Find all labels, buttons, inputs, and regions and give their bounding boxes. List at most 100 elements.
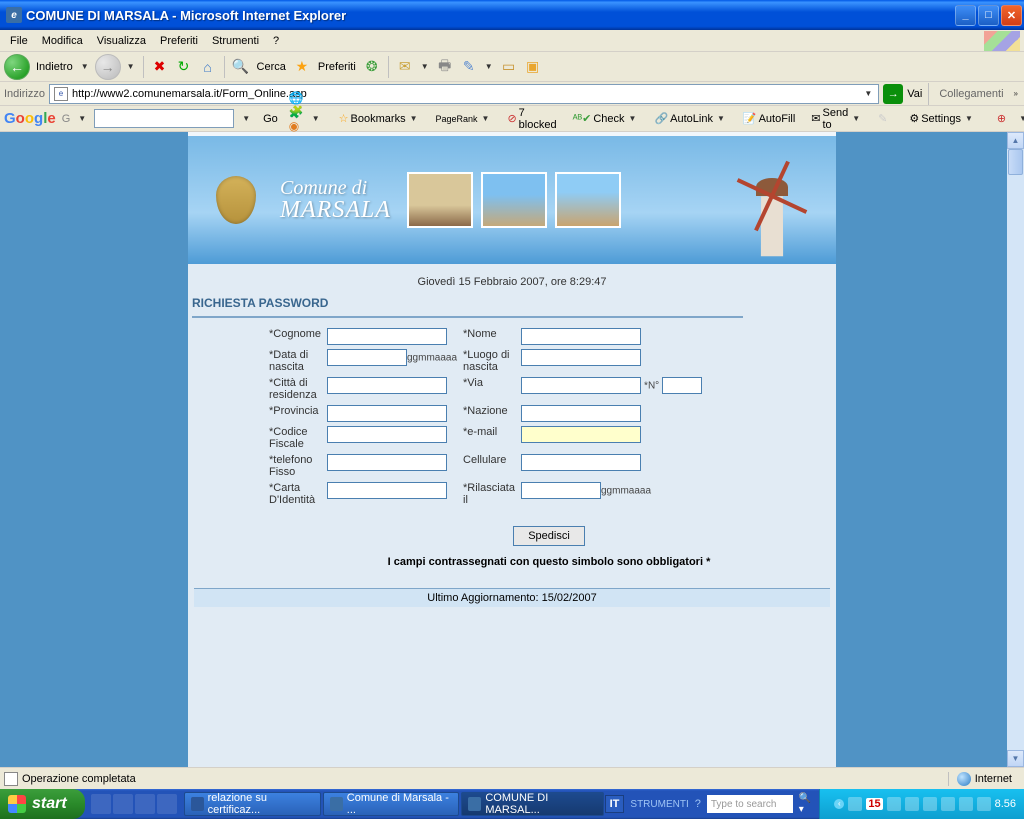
input-citta[interactable] [327, 377, 447, 394]
input-email[interactable] [521, 426, 641, 443]
desktop-search-input[interactable]: Type to search [707, 795, 793, 813]
maximize-button[interactable]: □ [978, 5, 999, 26]
ql-app-icon[interactable] [157, 794, 177, 814]
close-button[interactable]: ✕ [1001, 5, 1022, 26]
page-datetime: Giovedì 15 Febbraio 2007, ore 8:29:47 [192, 270, 832, 294]
popup-blocked-button[interactable]: ⊘7 blocked [502, 104, 561, 134]
refresh-icon[interactable]: ↻ [174, 57, 194, 77]
google-search-input[interactable] [94, 109, 234, 128]
input-num[interactable] [662, 377, 702, 394]
input-cell[interactable] [521, 454, 641, 471]
back-dropdown[interactable]: ▼ [79, 62, 91, 71]
language-indicator[interactable]: IT [605, 795, 625, 813]
bookmarks-button[interactable]: ☆Bookmarks▼ [334, 109, 425, 128]
go-label[interactable]: Vai [907, 88, 922, 100]
input-cognome[interactable] [327, 328, 447, 345]
mail-icon[interactable]: ✉ [395, 57, 415, 77]
scroll-up-button[interactable]: ▲ [1007, 132, 1024, 149]
submit-button[interactable]: Spedisci [513, 526, 585, 546]
city-crest-icon [216, 176, 256, 224]
check-button[interactable]: ᴬᴮ✔Check▼ [568, 109, 644, 128]
google-logo[interactable]: Google [4, 110, 56, 127]
address-input[interactable]: e http://www2.comunemarsala.it/Form_Onli… [49, 84, 879, 104]
minimize-button[interactable]: _ [955, 5, 976, 26]
label-nazione: *Nazione [460, 403, 518, 424]
tray-icon-5[interactable] [941, 797, 955, 811]
scroll-down-button[interactable]: ▼ [1007, 750, 1024, 767]
input-tel[interactable] [327, 454, 447, 471]
tray-icon-3[interactable] [905, 797, 919, 811]
messenger-icon[interactable]: ▣ [523, 57, 543, 77]
forward-dropdown[interactable]: ▼ [125, 62, 137, 71]
search-icon[interactable]: 🔍 [231, 57, 251, 77]
input-nome[interactable] [521, 328, 641, 345]
autofill-button[interactable]: 📝AutoFill [738, 109, 800, 128]
favorites-label[interactable]: Preferiti [316, 61, 358, 73]
sendto-button[interactable]: ✉Send to▼ [806, 104, 867, 134]
task-word[interactable]: relazione su certificaz... [184, 792, 321, 816]
input-via[interactable] [521, 377, 641, 394]
tray-icon-7[interactable] [977, 797, 991, 811]
tray-expand-icon[interactable]: ‹ [834, 799, 844, 809]
forward-button[interactable]: → [95, 54, 121, 80]
language-tools[interactable]: STRUMENTI [630, 799, 688, 810]
menu-view[interactable]: Visualizza [91, 33, 152, 49]
print-icon[interactable]: 🖶 [435, 57, 455, 77]
autolink-button[interactable]: 🔗AutoLink▼ [649, 109, 731, 128]
ql-ie-icon[interactable] [91, 794, 111, 814]
google-go-button[interactable]: Go [258, 110, 283, 128]
label-rilasciata: *Rilasciata il [460, 480, 518, 508]
research-icon[interactable]: ▭ [499, 57, 519, 77]
input-provincia[interactable] [327, 405, 447, 422]
label-provincia: *Provincia [266, 403, 324, 424]
search-label[interactable]: Cerca [255, 61, 288, 73]
go-button[interactable]: → [883, 84, 903, 104]
ql-firefox-icon[interactable] [135, 794, 155, 814]
ql-desktop-icon[interactable] [113, 794, 133, 814]
label-cell: Cellulare [460, 452, 518, 480]
task-ie-1[interactable]: Comune di Marsala - ... [323, 792, 460, 816]
tray-clock[interactable]: 8.56 [995, 798, 1016, 810]
menu-favorites[interactable]: Preferiti [154, 33, 204, 49]
menu-tools[interactable]: Strumenti [206, 33, 265, 49]
history-icon[interactable]: ❂ [362, 57, 382, 77]
menu-help[interactable]: ? [267, 33, 285, 49]
back-button[interactable]: ← [4, 54, 30, 80]
input-rilasciata[interactable] [521, 482, 601, 499]
highlight-button[interactable]: ✎ [873, 109, 892, 128]
input-nazione[interactable] [521, 405, 641, 422]
back-label[interactable]: Indietro [34, 61, 75, 73]
task-ie-2[interactable]: COMUNE DI MARSAL... [461, 792, 603, 816]
page: Comune di MARSALA Giovedì 15 Febbraio 20… [188, 132, 836, 767]
links-chevron[interactable]: » [1012, 89, 1020, 98]
stop-icon[interactable]: ✖ [150, 57, 170, 77]
tray-icon-6[interactable] [959, 797, 973, 811]
address-dropdown[interactable]: ▼ [862, 89, 874, 98]
menu-edit[interactable]: Modifica [36, 33, 89, 49]
tray-date-badge[interactable]: 15 [866, 798, 882, 810]
pagerank-button[interactable]: PageRank▼ [431, 111, 497, 127]
input-luogo-nascita[interactable] [521, 349, 641, 366]
edit-icon[interactable]: ✎ [459, 57, 479, 77]
input-cf[interactable] [327, 426, 447, 443]
tray-icon-4[interactable] [923, 797, 937, 811]
globe-icon [957, 772, 971, 786]
vertical-scrollbar[interactable]: ▲ ▼ [1007, 132, 1024, 767]
scroll-thumb[interactable] [1008, 149, 1023, 175]
input-carta[interactable] [327, 482, 447, 499]
tray-icon-1[interactable] [848, 797, 862, 811]
home-icon[interactable]: ⌂ [198, 57, 218, 77]
favorites-icon[interactable]: ★ [292, 57, 312, 77]
status-zone: Internet [948, 772, 1020, 786]
links-label[interactable]: Collegamenti [935, 88, 1007, 100]
start-button[interactable]: start [0, 789, 85, 819]
settings-button[interactable]: ⚙Settings▼ [904, 109, 980, 128]
label-num: *N° [644, 381, 659, 392]
extra-toolbar-button[interactable]: ⊕ [992, 109, 1011, 128]
tray-icon-2[interactable] [887, 797, 901, 811]
hero-thumb-2 [481, 172, 547, 228]
status-text: Operazione completata [22, 773, 144, 785]
input-data-nascita[interactable] [327, 349, 407, 366]
system-tray: ‹ 15 8.56 [819, 789, 1024, 819]
menu-file[interactable]: File [4, 33, 34, 49]
